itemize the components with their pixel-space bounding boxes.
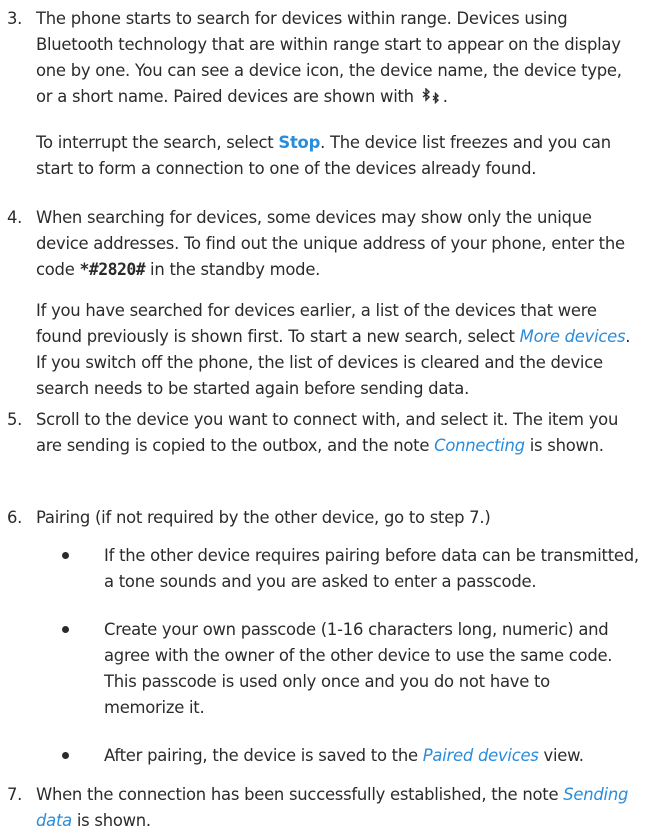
bluetooth-paired-icon bbox=[421, 86, 443, 112]
text-run: is shown. bbox=[71, 811, 151, 830]
step-number: 4. bbox=[7, 208, 23, 227]
step-number: 7. bbox=[7, 785, 23, 804]
step-paragraph: The phone starts to search for devices w… bbox=[36, 6, 636, 112]
step-paragraph: To interrupt the search, select Stop. Th… bbox=[36, 130, 636, 182]
stop-command[interactable]: Stop bbox=[278, 133, 320, 152]
bullet-item: Create your own passcode (1-16 character… bbox=[104, 620, 613, 717]
step-text: The phone starts to search for devices w… bbox=[36, 6, 636, 112]
bullet-dot bbox=[62, 617, 72, 633]
text-run: When the connection has been successfull… bbox=[36, 785, 564, 804]
text-run: To interrupt the search, select bbox=[36, 133, 279, 152]
bullet-dot bbox=[62, 743, 72, 759]
step-paragraph: When the connection has been successfull… bbox=[36, 782, 636, 834]
connecting-note: Connecting bbox=[434, 436, 525, 455]
text-run: . bbox=[442, 87, 448, 106]
text-run: If you have searched for devices earlier… bbox=[36, 301, 597, 346]
step-text: To interrupt the search, select Stop. Th… bbox=[36, 130, 636, 182]
text-run: After pairing, the device is saved to th… bbox=[104, 746, 423, 765]
bullet-item: If the other device requires pairing bef… bbox=[104, 546, 639, 591]
service-code: *#2820# bbox=[79, 260, 146, 279]
step-paragraph: Scroll to the device you want to connect… bbox=[36, 407, 636, 459]
step-paragraph: Pairing (if not required by the other de… bbox=[36, 505, 636, 531]
step-text: Scroll to the device you want to connect… bbox=[36, 407, 636, 459]
text-run: in the standby mode. bbox=[145, 260, 321, 279]
step-number: 6. bbox=[7, 508, 23, 527]
step-text: If you have searched for devices earlier… bbox=[36, 298, 636, 402]
text-run: is shown. bbox=[524, 436, 604, 455]
step-text: Pairing (if not required by the other de… bbox=[36, 508, 491, 527]
more-devices-command[interactable]: More devices bbox=[520, 327, 626, 346]
bullet-item: After pairing, the device is saved to th… bbox=[104, 743, 644, 769]
manual-page: 3. The phone starts to search for device… bbox=[0, 0, 670, 833]
step-text: When searching for devices, some devices… bbox=[36, 205, 636, 283]
step-paragraph: When searching for devices, some devices… bbox=[36, 205, 636, 283]
bullet-dot bbox=[62, 543, 72, 559]
paired-devices-view-link[interactable]: Paired devices bbox=[423, 746, 539, 765]
step-number: 3. bbox=[7, 9, 23, 28]
step-number: 5. bbox=[7, 410, 23, 429]
step-paragraph: If you have searched for devices earlier… bbox=[36, 298, 636, 402]
text-run: view. bbox=[538, 746, 584, 765]
text-run: The phone starts to search for devices w… bbox=[36, 9, 622, 106]
step-text: When the connection has been successfull… bbox=[36, 782, 636, 834]
